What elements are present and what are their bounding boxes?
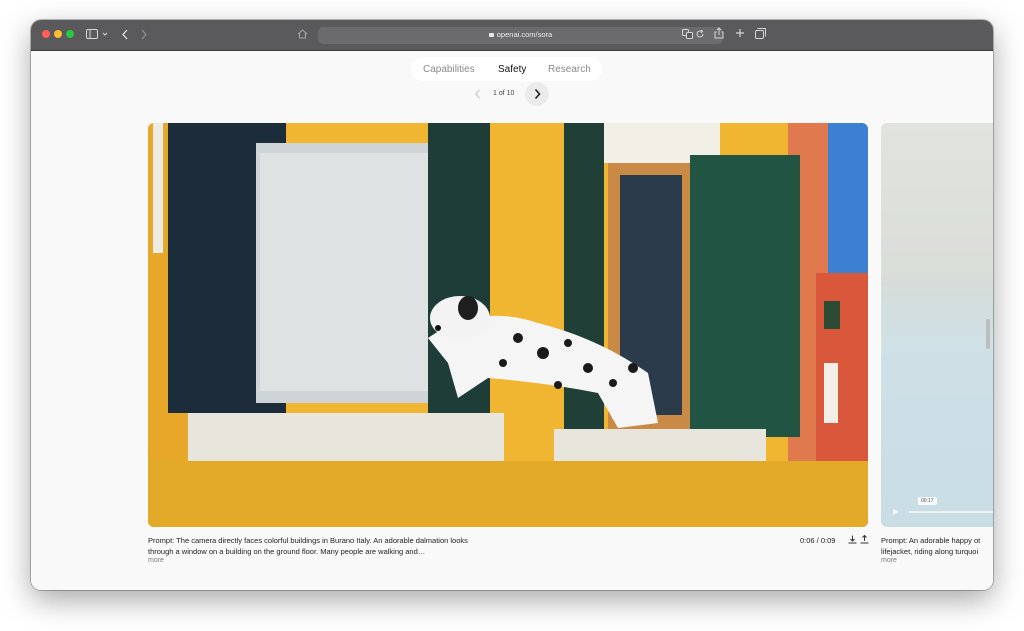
next-video-button[interactable] [525,82,549,106]
next-video-prompt-line2: lifejacket, riding along turquoi [881,547,979,556]
video-time-badge: 00:17 [918,497,937,505]
pager-count: 1 of 10 [493,90,515,97]
video-time-readout: 0:06 / 0:09 [800,536,836,545]
dalmatian-video-frame [148,123,868,527]
next-video-prompt: Prompt: An adorable happy ot lifejacket,… [881,535,993,557]
translate-icon[interactable] [682,29,693,39]
scrollbar[interactable] [986,319,990,349]
chevron-right-icon [534,88,541,100]
tab-overview-icon[interactable] [755,28,766,39]
minimize-window-button[interactable] [54,30,62,38]
video-preview-sky [881,123,993,283]
more-link[interactable]: more [148,557,164,564]
zoom-window-button[interactable] [66,30,74,38]
close-window-button[interactable] [42,30,50,38]
share-icon[interactable] [714,27,724,39]
next-more-link[interactable]: more [881,557,897,564]
lock-icon [488,33,494,37]
tab-safety[interactable]: Safety [498,64,526,75]
chevron-right-icon[interactable] [140,29,148,40]
play-icon[interactable]: ▶ [893,507,901,516]
chevron-left-icon [475,89,480,99]
page-content: Capabilities Safety Research 1 of 10 00:… [31,51,993,590]
browser-window: openai.com/sora Capabilities Safety Rese… [31,20,993,590]
plus-icon[interactable] [735,28,745,38]
download-icon[interactable] [848,535,857,546]
section-tabs: Capabilities Safety Research [411,57,602,81]
home-icon[interactable] [297,29,308,39]
video-progress-track[interactable] [909,511,993,513]
video-prompt: Prompt: The camera directly faces colorf… [148,536,468,556]
url-label: openai.com/sora [496,30,553,39]
tab-capabilities[interactable]: Capabilities [423,64,475,75]
video-player[interactable] [148,123,868,527]
previous-video-button[interactable] [467,83,489,105]
reload-icon[interactable] [695,29,705,39]
address-bar[interactable]: openai.com/sora [318,27,723,44]
next-video-preview[interactable]: 00:17 ▶ [881,123,993,527]
sidebar-icon[interactable] [86,29,98,39]
share-icon[interactable] [860,534,869,546]
address-bar-text: openai.com/sora [318,30,723,39]
next-video-prompt-line1: Prompt: An adorable happy ot [881,536,981,545]
browser-toolbar: openai.com/sora [31,20,993,51]
chevron-left-icon[interactable] [121,29,129,40]
tab-research[interactable]: Research [548,64,591,75]
chevron-down-icon[interactable] [102,29,108,39]
